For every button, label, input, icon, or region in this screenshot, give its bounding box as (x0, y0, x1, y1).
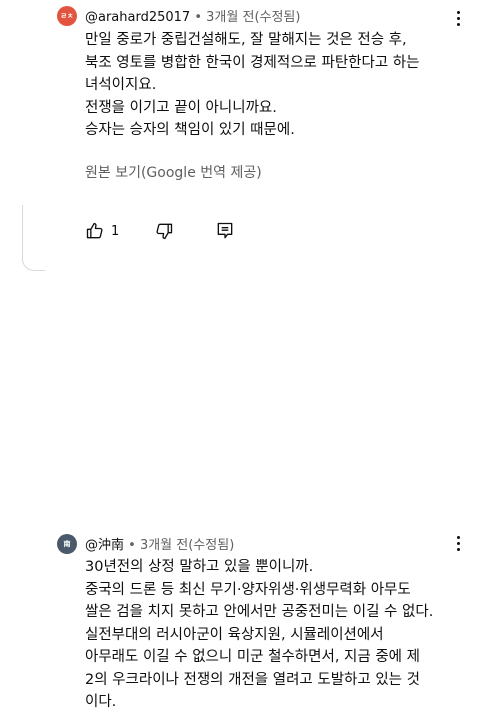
see-original-link[interactable]: 원본 보기(Google 번역 제공) (85, 162, 262, 182)
like-count: 1 (111, 223, 120, 239)
comment-author[interactable]: @沖南 (85, 538, 124, 553)
reply-thread-connector (22, 256, 45, 271)
comment-line: 만일 중로가 중립건설해도, 잘 말해지는 것은 전승 후, (85, 32, 407, 48)
comment-line: 북조 영토를 병합한 한국이 경제적으로 파탄한다고 하는 (85, 54, 420, 71)
comment-line: 중국의 드론 등 최신 무기·양자위생·위생무력화 아무도 (85, 581, 411, 598)
comment-line: 녀석이지요. (85, 77, 157, 93)
kebab-menu-icon[interactable] (451, 533, 465, 553)
comment-time[interactable]: 3개월 전(수정됨) (140, 538, 234, 553)
avatar[interactable]: 南 (57, 534, 77, 554)
comment-line: 아무래도 이길 수 없으니 미군 철수하면서, 지금 중에 제 (85, 649, 420, 665)
comment-text: 30년전의 상정 말하고 있을 뿐이니까. 중국의 드론 등 최신 무기·양자위… (85, 556, 477, 714)
reply-button[interactable] (215, 221, 235, 241)
comment-line: 실전부대의 러시아군이 육상지원, 시뮬레이션에서 (85, 626, 384, 643)
kebab-menu-icon[interactable] (451, 8, 465, 28)
comment-meta: @沖南 • 3개월 전(수정됨) (85, 534, 234, 553)
thumb-down-icon (156, 223, 173, 240)
comment-line: 30년전의 상정 말하고 있을 뿐이니까. (85, 559, 314, 575)
comment-text: 만일 중로가 중립건설해도, 잘 말해지는 것은 전승 후, 북조 영토를 병합… (85, 29, 477, 142)
thumb-up-icon (86, 222, 103, 239)
comment-line: 2의 우크라이나 전쟁의 개전을 열려고 도발하고 있는 것 (85, 671, 420, 688)
comment-line: 쌀은 검을 치지 못하고 안에서만 공중전미는 이길 수 없다. (85, 604, 434, 620)
comment-line: 이다. (85, 694, 117, 710)
meta-separator: • (190, 10, 207, 25)
reply-icon (217, 222, 233, 239)
dislike-button[interactable] (154, 221, 174, 241)
comment-author[interactable]: @arahard25017 (85, 10, 190, 25)
thread-line (22, 205, 23, 257)
meta-separator: • (124, 538, 140, 553)
like-button[interactable]: 1 (85, 221, 119, 241)
comment-line: 전쟁을 이기고 끝이 아니니까요. (85, 99, 277, 116)
comment-line: 승자는 승자의 책임이 있기 때문에. (85, 122, 295, 138)
avatar[interactable]: ㄹㅊ (57, 6, 77, 26)
comment-time[interactable]: 3개월 전(수정됨) (206, 10, 300, 25)
comment-meta: @arahard25017 • 3개월 전(수정됨) (85, 6, 300, 25)
